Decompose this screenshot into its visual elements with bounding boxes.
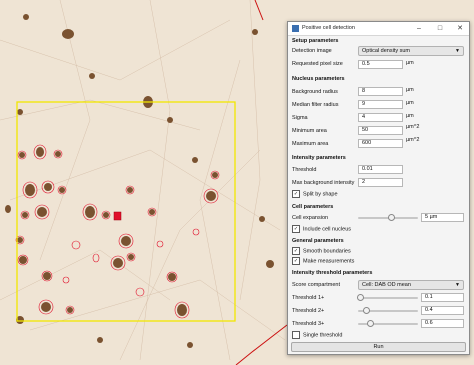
intensity-threshold-header: Intensity threshold parameters	[292, 270, 373, 276]
threshold-2-field[interactable]: 0.4	[421, 306, 464, 315]
intensity-parameters-header: Intensity parameters	[292, 155, 346, 161]
checkbox-check-icon: ✓	[292, 257, 300, 265]
maximum-area-unit: µm^2	[406, 137, 420, 143]
slider-thumb[interactable]	[362, 307, 370, 314]
include-cell-nucleus-label: Include cell nucleus	[303, 226, 352, 233]
positive-cell-detection-dialog: Positive cell detection – □ ✕ Setup para…	[287, 21, 470, 355]
checkbox-check-icon: ✓	[292, 190, 300, 198]
max-background-field[interactable]: 2	[358, 178, 403, 187]
median-filter-field[interactable]: 9	[358, 100, 403, 109]
single-threshold-label: Single threshold	[303, 332, 343, 339]
maximize-icon[interactable]: □	[433, 23, 447, 34]
selected-cell-marker[interactable]	[113, 211, 122, 221]
background-radius-label: Background radius	[292, 89, 338, 95]
slider-thumb[interactable]	[356, 294, 364, 301]
split-by-shape-checkbox[interactable]: ✓ Split by shape	[292, 190, 338, 198]
include-cell-nucleus-checkbox[interactable]: ✓ Include cell nucleus	[292, 225, 351, 233]
threshold-1-label: Threshold 1+	[292, 295, 325, 301]
general-parameters-header: General parameters	[292, 238, 344, 244]
threshold-3-field[interactable]: 0.6	[421, 319, 464, 328]
threshold-2-slider[interactable]	[358, 306, 418, 315]
threshold-field[interactable]: 0.01	[358, 165, 403, 174]
checkbox-empty-icon	[292, 331, 300, 339]
slider-thumb[interactable]	[367, 320, 374, 327]
detection-image-select[interactable]: Optical density sum ▼	[358, 46, 464, 56]
background-radius-field[interactable]: 8	[358, 87, 403, 96]
pixel-size-unit: µm	[406, 60, 414, 66]
pixel-size-label: Requested pixel size	[292, 61, 343, 67]
chevron-down-icon: ▼	[455, 48, 460, 54]
app-icon	[292, 25, 299, 32]
max-background-label: Max background intensity	[292, 180, 355, 186]
sigma-label: Sigma	[292, 115, 308, 121]
dialog-title: Positive cell detection	[302, 25, 355, 31]
threshold-1-field[interactable]: 0.1	[421, 293, 464, 302]
sigma-unit: µm	[406, 113, 414, 119]
slider-track	[358, 297, 418, 299]
threshold-1-slider[interactable]	[356, 293, 418, 302]
cell-expansion-field[interactable]: 5 µm	[421, 213, 464, 222]
score-compartment-select[interactable]: Cell: DAB OD mean ▼	[358, 280, 464, 290]
maximum-area-field[interactable]: 600	[358, 139, 403, 148]
threshold-3-label: Threshold 3+	[292, 321, 325, 327]
single-threshold-checkbox[interactable]: Single threshold	[292, 331, 342, 339]
minimize-icon[interactable]: –	[412, 23, 426, 34]
nucleus-parameters-header: Nucleus parameters	[292, 76, 345, 82]
chevron-down-icon: ▼	[455, 282, 460, 288]
slider-thumb[interactable]	[388, 214, 395, 221]
background-radius-unit: µm	[406, 87, 414, 93]
minimum-area-field[interactable]: 50	[358, 126, 403, 135]
detection-image-value: Optical density sum	[362, 48, 410, 54]
detection-image-label: Detection image	[292, 48, 332, 54]
setup-parameters-header: Setup parameters	[292, 38, 339, 44]
threshold-3-slider[interactable]	[358, 319, 418, 328]
median-filter-unit: µm	[406, 100, 414, 106]
smooth-boundaries-checkbox[interactable]: ✓ Smooth boundaries	[292, 247, 351, 255]
pixel-size-field[interactable]: 0.5	[358, 60, 403, 69]
checkbox-check-icon: ✓	[292, 247, 300, 255]
minimum-area-unit: µm^2	[406, 124, 420, 130]
cell-expansion-label: Cell expansion	[292, 215, 329, 221]
sigma-field[interactable]: 4	[358, 113, 403, 122]
close-icon[interactable]: ✕	[453, 23, 467, 34]
median-filter-label: Median filter radius	[292, 102, 339, 108]
checkbox-check-icon: ✓	[292, 225, 300, 233]
score-compartment-label: Score compartment	[292, 282, 340, 288]
score-compartment-value: Cell: DAB OD mean	[362, 282, 411, 288]
threshold-2-label: Threshold 2+	[292, 308, 325, 314]
cell-parameters-header: Cell parameters	[292, 204, 334, 210]
split-by-shape-label: Split by shape	[303, 191, 338, 198]
minimum-area-label: Minimum area	[292, 128, 327, 134]
run-button[interactable]: Run	[291, 342, 466, 352]
maximum-area-label: Maximum area	[292, 141, 329, 147]
threshold-label: Threshold	[292, 167, 317, 173]
make-measurements-checkbox[interactable]: ✓ Make measurements	[292, 257, 354, 265]
smooth-boundaries-label: Smooth boundaries	[303, 248, 351, 255]
make-measurements-label: Make measurements	[303, 258, 355, 265]
dialog-title-bar[interactable]: Positive cell detection – □ ✕	[288, 22, 469, 36]
cell-expansion-slider[interactable]	[358, 213, 418, 222]
